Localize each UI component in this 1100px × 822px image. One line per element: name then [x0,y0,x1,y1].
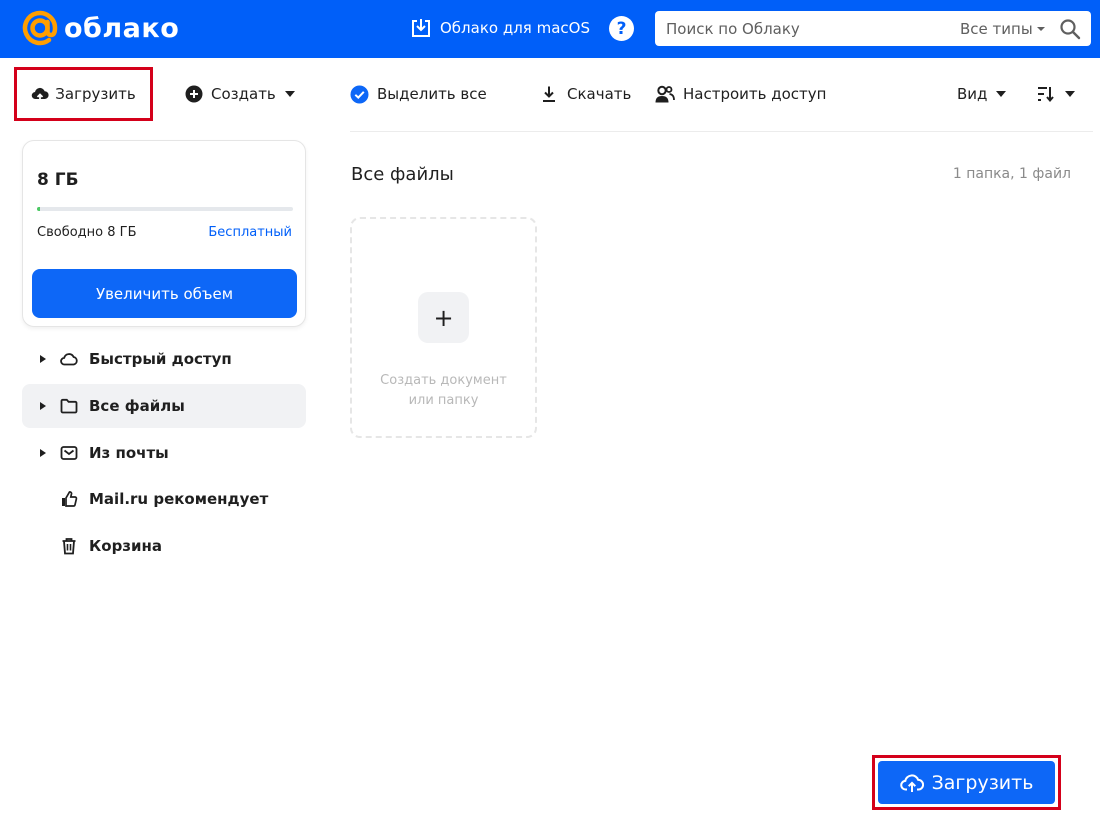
trash-icon [62,538,76,555]
sidebar-item-label: Быстрый доступ [89,350,232,368]
download-label: Скачать [567,85,632,103]
sidebar-item-label: Все файлы [89,397,185,415]
create-tile-line-1: Создать документ [380,373,507,388]
share-access-button[interactable]: Настроить доступ [654,80,826,108]
create-button-label: Создать [211,85,276,103]
search-box: Все типы [655,11,1091,46]
page-title: Все файлы [351,164,454,185]
share-access-label: Настроить доступ [683,85,827,103]
create-tile-text: Создать документ или папку [362,371,525,411]
floating-upload-button[interactable]: Загрузить [878,761,1055,804]
toolbar-divider [350,131,1093,132]
upload-button-label: Загрузить [55,85,136,103]
download-button[interactable]: Скачать [540,80,631,108]
sidebar-item-from-mail[interactable]: Из почты [22,431,306,475]
expand-arrow-icon[interactable] [40,449,46,457]
create-document-tile[interactable]: + Создать документ или папку [350,217,537,438]
macos-app-link[interactable]: Облако для macOS [410,16,590,40]
chevron-down-icon [1036,26,1045,31]
file-type-select[interactable]: Все типы [960,11,1045,46]
select-all-label: Выделить все [377,85,487,103]
download-app-icon [412,19,430,37]
logo[interactable]: облако [22,10,179,46]
file-type-select-label: Все типы [960,19,1033,38]
sidebar-item-label: Mail.ru рекомендует [89,490,269,508]
storage-plan-link[interactable]: Бесплатный [208,225,292,240]
users-icon [655,85,675,102]
sidebar-item-all-files[interactable]: Все файлы [22,384,306,428]
sidebar-item-label: Из почты [89,444,169,462]
view-mode-label: Вид [957,85,988,103]
sidebar-item-recommendations[interactable]: Mail.ru рекомендует [22,477,306,521]
help-button[interactable]: ? [609,16,634,41]
chevron-down-icon [284,91,295,97]
download-icon [543,86,555,102]
macos-link-label: Облако для macOS [440,19,590,37]
storage-size: 8 ГБ [37,170,79,190]
logo-text: облако [64,12,180,44]
search-input[interactable] [655,11,945,46]
plus-circle-icon [185,85,203,103]
expand-arrow-icon[interactable] [40,402,46,410]
storage-free-text: Свободно 8 ГБ [37,225,137,240]
view-mode-button[interactable]: Вид [957,80,1007,108]
mail-icon [60,446,78,460]
folder-icon [60,398,78,414]
sidebar-item-label: Корзина [89,537,163,555]
upload-button[interactable]: Загрузить [14,67,153,121]
sort-button[interactable] [1036,80,1075,108]
storage-card: 8 ГБ Свободно 8 ГБ Бесплатный Увеличить … [22,140,306,327]
chevron-down-icon [996,91,1007,97]
storage-usage-fill [37,207,40,211]
cloud-upload-icon [32,87,49,101]
increase-storage-button[interactable]: Увеличить объем [32,269,297,318]
floating-upload-label: Загрузить [931,771,1034,794]
search-icon[interactable] [1059,18,1081,40]
items-count: 1 папка, 1 файл [952,166,1071,182]
plus-icon: + [418,292,469,343]
at-sign-icon [22,10,58,46]
thumbs-up-icon [62,491,78,507]
expand-arrow-icon[interactable] [40,355,46,363]
sidebar-item-trash[interactable]: Корзина [22,524,306,568]
create-button[interactable]: Создать [185,80,295,108]
storage-usage-bar [37,207,293,211]
app-header: облако Облако для macOS ? Все типы [0,0,1100,58]
cloud-icon [60,353,78,366]
create-tile-line-2: или папку [408,393,479,408]
check-circle-icon [350,85,369,103]
sort-icon [1038,87,1054,103]
chevron-down-icon [1065,91,1075,97]
select-all-button[interactable]: Выделить все [350,80,487,108]
cloud-upload-icon [899,773,924,792]
sidebar-item-quick-access[interactable]: Быстрый доступ [22,337,306,381]
